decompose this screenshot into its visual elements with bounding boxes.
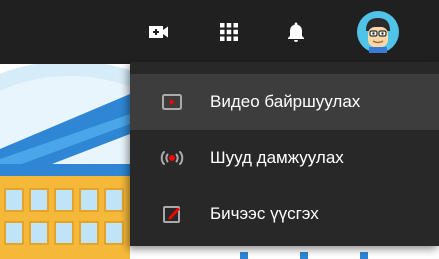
menu-item-label: Бичээс үүсгэх xyxy=(210,204,319,223)
menu-item-label: Шууд дамжуулах xyxy=(210,148,344,167)
live-broadcast-icon xyxy=(152,130,192,186)
apps-grid-icon[interactable] xyxy=(211,0,247,64)
menu-item-upload-video[interactable]: Видео байршуулах xyxy=(130,74,439,130)
avatar-image xyxy=(357,11,399,53)
create-menu: Видео байршуулах Шууд дамжуулах Бичээс ү… xyxy=(130,62,439,246)
avatar[interactable] xyxy=(355,0,401,64)
notifications-bell-icon[interactable] xyxy=(278,0,314,64)
video-camera-add-icon[interactable] xyxy=(141,0,177,64)
top-bar xyxy=(0,0,439,64)
upload-video-icon xyxy=(152,74,192,130)
menu-item-go-live[interactable]: Шууд дамжуулах xyxy=(130,130,439,186)
menu-item-create-post[interactable]: Бичээс үүсгэх xyxy=(130,186,439,242)
create-post-icon xyxy=(152,186,192,242)
menu-item-label: Видео байршуулах xyxy=(210,92,361,111)
